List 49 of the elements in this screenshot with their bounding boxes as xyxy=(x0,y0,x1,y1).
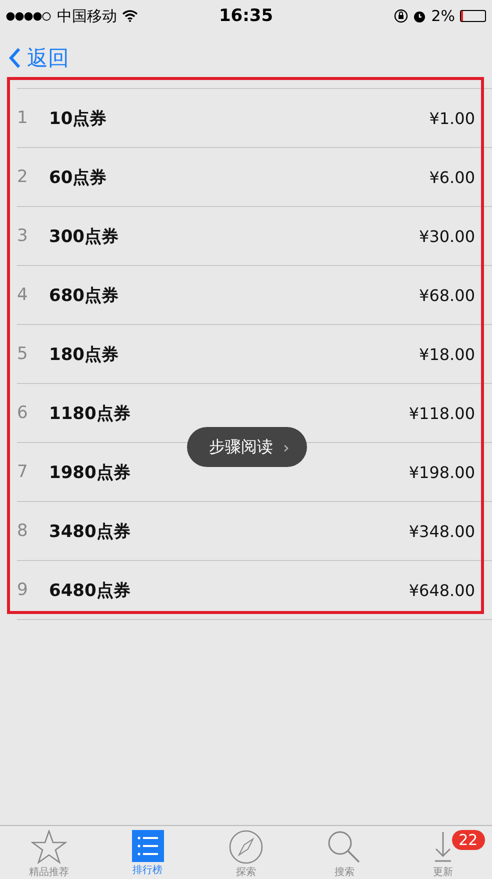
rank-number: 7 xyxy=(17,462,29,482)
item-name: 1980点券 xyxy=(49,462,132,484)
compass-icon xyxy=(229,830,264,864)
download-icon xyxy=(432,830,453,864)
battery-icon xyxy=(460,10,486,22)
rank-number: 2 xyxy=(17,167,29,187)
item-name: 3480点券 xyxy=(49,520,132,542)
item-price: ¥118.00 xyxy=(408,404,475,422)
item-price: ¥198.00 xyxy=(408,462,475,482)
wifi-icon xyxy=(122,10,138,22)
tab-item[interactable]: 搜索 xyxy=(295,826,394,879)
item-name: 60点券 xyxy=(49,166,108,188)
signal-icon xyxy=(6,12,52,20)
item-name: 680点券 xyxy=(49,284,120,306)
item-name: 10点券 xyxy=(49,108,108,130)
rank-number: 9 xyxy=(17,580,29,600)
rank-number: 8 xyxy=(17,521,29,541)
alarm-icon xyxy=(413,10,426,22)
back-link[interactable]: 返回 xyxy=(8,44,69,72)
list-icon xyxy=(132,830,164,862)
item-price: ¥6.00 xyxy=(429,168,475,186)
item-price: ¥648.00 xyxy=(408,580,475,600)
tab-item[interactable]: 探索 xyxy=(196,826,296,879)
tab-item[interactable]: 22 更新 xyxy=(394,826,492,879)
rank-number: 6 xyxy=(17,403,29,423)
clock-time: 16:35 xyxy=(218,6,274,26)
chevron-left-icon xyxy=(8,47,21,69)
battery-percent: 2% xyxy=(431,7,455,25)
rank-number: 5 xyxy=(17,344,29,364)
item-price: ¥30.00 xyxy=(419,226,475,246)
rank-number: 4 xyxy=(17,285,29,305)
search-icon xyxy=(327,830,362,864)
rank-number: 1 xyxy=(17,108,29,128)
item-price: ¥348.00 xyxy=(408,522,475,540)
tab-item[interactable]: 排行榜 xyxy=(98,826,197,879)
step-reading-button[interactable]: 步骤阅读 › xyxy=(187,427,308,467)
item-name: 6480点券 xyxy=(49,580,132,602)
item-name: 1180点券 xyxy=(49,402,132,424)
star-icon xyxy=(31,830,68,864)
item-price: ¥18.00 xyxy=(419,344,475,364)
item-price: ¥1.00 xyxy=(429,108,475,128)
item-name: 300点券 xyxy=(49,226,120,248)
item-name: 180点券 xyxy=(49,344,120,366)
update-count-badge: 22 xyxy=(452,830,485,850)
carrier-name: 中国移动 xyxy=(57,6,117,26)
rank-number: 3 xyxy=(17,226,29,246)
item-price: ¥68.00 xyxy=(419,286,475,304)
rotation-lock-icon xyxy=(394,9,408,23)
tab-item[interactable]: 精品推荐 xyxy=(0,826,98,879)
